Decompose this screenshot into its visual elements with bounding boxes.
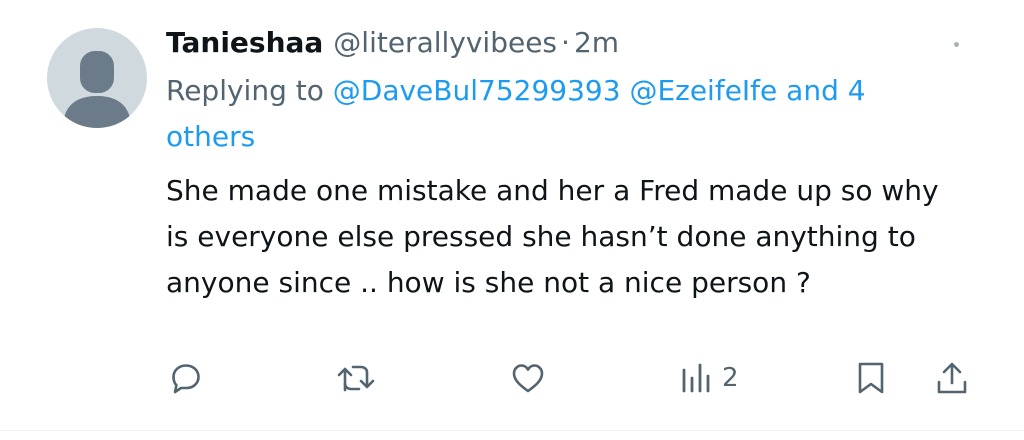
like-button[interactable] [511,354,545,402]
mention-link[interactable]: @EzeifeIfe [629,74,777,107]
tweet-action-bar: 2 [0,354,1024,402]
views-count: 2 [722,363,739,393]
divider [0,430,1024,431]
separator-dot: · [561,26,570,59]
avatar[interactable] [47,28,147,128]
others-and-label: and [786,74,839,107]
tweet-timestamp[interactable]: 2m [574,26,619,59]
user-handle[interactable]: @literallyvibees [333,26,557,59]
reply-icon [172,364,200,394]
default-profile-icon [63,51,131,128]
display-name[interactable]: Tanieshaa [166,26,323,59]
bookmark-icon [858,362,884,394]
more-horizontal-icon [953,41,959,47]
tweet-header: Tanieshaa @literallyvibees · 2m [166,23,619,63]
reply-button[interactable] [170,354,202,402]
more-options-button[interactable] [936,30,976,58]
replying-to-line: Replying to @DaveBul75299393 @EzeifeIfe … [166,68,956,160]
share-button[interactable] [935,354,969,402]
others-count: 4 [847,74,866,107]
bookmark-button[interactable] [856,354,886,402]
views-chart-icon [682,363,710,393]
retweet-button[interactable] [335,354,377,402]
heart-icon [512,364,544,393]
views-button[interactable]: 2 [680,354,739,402]
replying-to-label: Replying to [166,74,324,107]
others-label: others [166,120,256,153]
mention-link[interactable]: @DaveBul75299393 [333,74,621,107]
share-icon [937,362,967,394]
tweet-text: She made one mistake and her a Fred made… [166,174,939,299]
retweet-icon [337,365,375,392]
tweet-card[interactable]: Tanieshaa @literallyvibees · 2m Replying to… [0,0,1024,440]
